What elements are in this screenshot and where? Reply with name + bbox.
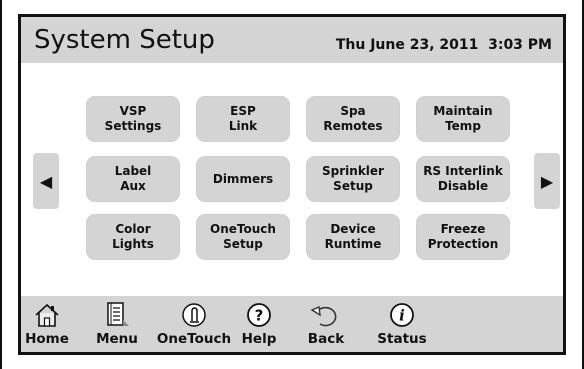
rs-interlink-disable-button[interactable]: RS Interlink Disable xyxy=(416,156,510,202)
maintain-temp-button[interactable]: Maintain Temp xyxy=(416,96,510,142)
onetouch-button[interactable]: OneTouch xyxy=(157,296,231,352)
menu-label: Menu xyxy=(96,331,138,347)
info-icon: i xyxy=(390,303,414,327)
triangle-left-icon: ◀ xyxy=(39,171,53,191)
help-label: Help xyxy=(241,331,277,347)
vsp-settings-button[interactable]: VSP Settings xyxy=(86,96,180,142)
freeze-protection-button[interactable]: Freeze Protection xyxy=(416,214,510,260)
color-lights-button[interactable]: Color Lights xyxy=(86,214,180,260)
home-button[interactable]: Home xyxy=(25,296,69,352)
menu-icon xyxy=(107,302,129,326)
device-runtime-button[interactable]: Device Runtime xyxy=(306,214,400,260)
system-setup-screen: System Setup Thu June 23, 2011 3:03 PM ◀… xyxy=(18,14,566,355)
help-button[interactable]: ? Help xyxy=(237,296,281,352)
home-icon xyxy=(35,303,59,327)
status-label: Status xyxy=(377,331,427,347)
onetouch-label: OneTouch xyxy=(156,331,232,347)
triangle-right-icon: ▶ xyxy=(540,171,554,191)
onetouch-setup-button[interactable]: OneTouch Setup xyxy=(196,214,290,260)
footer-nav-bar: Home Menu OneTouch ? Help Back i Status xyxy=(21,296,563,352)
back-button[interactable]: Back xyxy=(304,296,348,352)
header-bar: System Setup Thu June 23, 2011 3:03 PM xyxy=(21,17,563,63)
help-icon: ? xyxy=(247,303,271,327)
page-title: System Setup xyxy=(34,25,215,55)
menu-button[interactable]: Menu xyxy=(87,296,147,352)
datetime-display: Thu June 23, 2011 3:03 PM xyxy=(335,37,552,53)
dimmers-button[interactable]: Dimmers xyxy=(196,156,290,202)
spa-remotes-button[interactable]: Spa Remotes xyxy=(306,96,400,142)
status-button[interactable]: i Status xyxy=(377,296,427,352)
back-label: Back xyxy=(307,331,345,347)
svg-text:i: i xyxy=(399,307,405,325)
sprinkler-setup-button[interactable]: Sprinkler Setup xyxy=(306,156,400,202)
onetouch-icon xyxy=(182,303,206,327)
back-icon xyxy=(311,305,337,327)
esp-link-button[interactable]: ESP Link xyxy=(196,96,290,142)
label-aux-button[interactable]: Label Aux xyxy=(86,156,180,202)
previous-page-button[interactable]: ◀ xyxy=(33,153,59,209)
next-page-button[interactable]: ▶ xyxy=(534,153,560,209)
home-label: Home xyxy=(25,331,69,347)
svg-text:?: ? xyxy=(255,307,264,325)
